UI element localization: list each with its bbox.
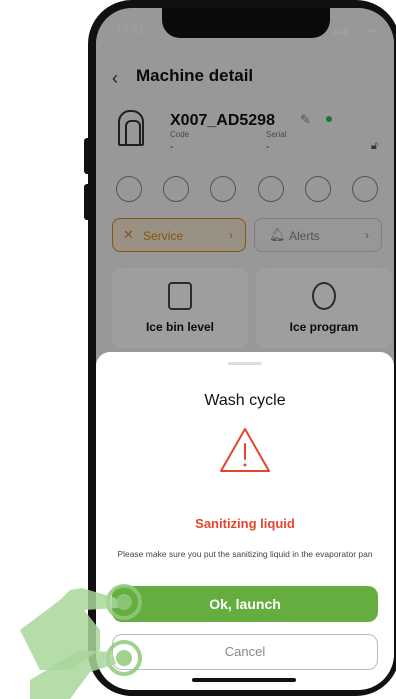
warning-text: Please make sure you put the sanitizing …: [117, 549, 373, 559]
warning-triangle-icon: [220, 428, 270, 472]
sheet-title: Wash cycle: [204, 392, 286, 409]
phone-side-button: [84, 184, 92, 220]
warning-title: Sanitizing liquid: [195, 516, 295, 531]
phone-side-button: [84, 138, 92, 174]
tap-gesture-hand-icon: [20, 584, 142, 699]
sheet-drag-handle[interactable]: [228, 362, 262, 365]
home-indicator: [192, 678, 296, 682]
